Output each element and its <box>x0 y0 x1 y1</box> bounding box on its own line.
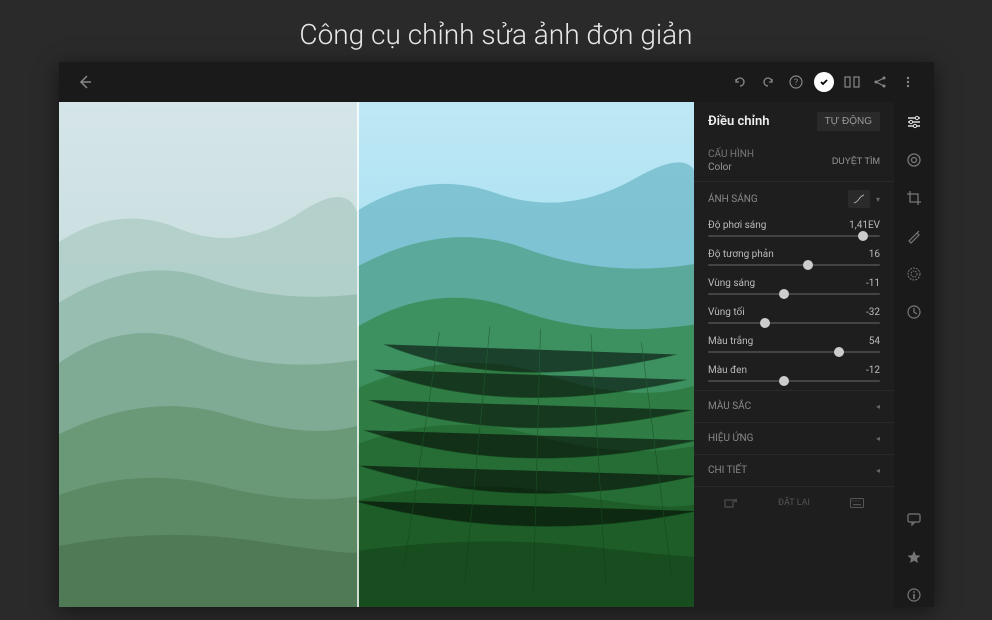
slider-label: Màu trắng <box>708 336 753 347</box>
section-label: CHI TIẾT <box>708 465 747 476</box>
slider-row: Vùng sáng -11 <box>694 274 894 303</box>
crop-tool[interactable] <box>902 186 926 210</box>
slider-value: -12 <box>866 365 880 376</box>
collapsed-sections: MÀU SẮC ◂ HIỆU ỨNG ◂ CHI TIẾT ◂ <box>694 390 894 486</box>
adjust-tool[interactable] <box>902 110 926 134</box>
compare-button[interactable] <box>838 68 866 96</box>
masking-tool[interactable] <box>902 262 926 286</box>
presets-tool[interactable] <box>902 148 926 172</box>
split-compare <box>59 102 694 607</box>
slider-value: 1,41EV <box>849 220 880 231</box>
reset-button[interactable]: ĐẶT LẠI <box>778 498 810 508</box>
slider-track[interactable] <box>708 380 880 382</box>
topbar: ? <box>59 62 934 102</box>
profile-row: CẤU HÌNH Color DUYỆT TÌM <box>694 141 894 181</box>
svg-text:?: ? <box>794 78 798 88</box>
slider-value: 54 <box>869 336 880 347</box>
body-area: Điều chỉnh TỰ ĐỘNG CẤU HÌNH Color DUYỆT … <box>59 102 934 607</box>
hero-title: Công cụ chỉnh sửa ảnh đơn giản <box>0 18 992 51</box>
slider-track[interactable] <box>708 322 880 324</box>
undo-button[interactable] <box>726 68 754 96</box>
panel-header: Điều chỉnh TỰ ĐỘNG <box>694 102 894 141</box>
slider-track[interactable] <box>708 351 880 353</box>
comments-tool[interactable] <box>902 507 926 531</box>
adjust-title: Điều chỉnh <box>708 114 770 129</box>
photo-before <box>59 102 357 607</box>
tone-curve-button[interactable] <box>848 190 870 208</box>
app-frame: ? <box>59 62 934 607</box>
slider-thumb[interactable] <box>779 289 789 299</box>
section-label: MÀU SẮC <box>708 401 751 412</box>
slider-row: Vùng tối -32 <box>694 303 894 332</box>
chevron-left-icon: ◂ <box>876 402 880 411</box>
chevron-left-icon: ◂ <box>876 434 880 443</box>
profile-label: CẤU HÌNH <box>708 149 754 160</box>
light-section-header[interactable]: ÁNH SÁNG ▾ <box>694 181 894 216</box>
help-button[interactable]: ? <box>782 68 810 96</box>
photo-preview[interactable] <box>59 102 694 607</box>
info-tool[interactable] <box>902 583 926 607</box>
light-sliders: Độ phơi sáng 1,41EV Độ tương phản 16 Vùn… <box>694 216 894 390</box>
slider-label: Màu đen <box>708 365 747 376</box>
photo-after <box>357 102 694 607</box>
collapsed-section[interactable]: MÀU SẮC ◂ <box>694 390 894 422</box>
keyboard-button[interactable] <box>850 498 864 508</box>
slider-track[interactable] <box>708 293 880 295</box>
slider-track[interactable] <box>708 235 880 237</box>
slider-thumb[interactable] <box>834 347 844 357</box>
back-button[interactable] <box>71 68 99 96</box>
right-toolbar <box>894 102 934 607</box>
slider-track[interactable] <box>708 264 880 266</box>
share-button[interactable] <box>866 68 894 96</box>
more-button[interactable] <box>894 68 922 96</box>
slider-row: Màu trắng 54 <box>694 332 894 361</box>
slider-thumb[interactable] <box>760 318 770 328</box>
confirm-button[interactable] <box>810 68 838 96</box>
chevron-down-icon: ▾ <box>876 195 880 204</box>
slider-row: Độ phơi sáng 1,41EV <box>694 216 894 245</box>
slider-row: Màu đen -12 <box>694 361 894 390</box>
slider-thumb[interactable] <box>803 260 813 270</box>
rate-tool[interactable] <box>902 545 926 569</box>
auto-button[interactable]: TỰ ĐỘNG <box>817 112 880 131</box>
profile-browse-button[interactable]: DUYỆT TÌM <box>832 156 880 166</box>
collapsed-section[interactable]: HIỆU ỨNG ◂ <box>694 422 894 454</box>
previous-button[interactable] <box>724 497 738 509</box>
slider-label: Độ phơi sáng <box>708 220 766 231</box>
redo-button[interactable] <box>754 68 782 96</box>
slider-value: -11 <box>866 278 880 289</box>
slider-label: Độ tương phản <box>708 249 774 260</box>
slider-value: 16 <box>869 249 880 260</box>
slider-label: Vùng tối <box>708 307 745 318</box>
section-label: HIỆU ỨNG <box>708 433 753 444</box>
profile-value: Color <box>708 162 754 173</box>
versions-tool[interactable] <box>902 300 926 324</box>
panel-footer: ĐẶT LẠI <box>694 486 894 518</box>
slider-value: -32 <box>866 307 880 318</box>
adjust-panel: Điều chỉnh TỰ ĐỘNG CẤU HÌNH Color DUYỆT … <box>694 102 894 607</box>
light-label: ÁNH SÁNG <box>708 194 758 205</box>
slider-thumb[interactable] <box>779 376 789 386</box>
slider-row: Độ tương phản 16 <box>694 245 894 274</box>
slider-label: Vùng sáng <box>708 278 755 289</box>
collapsed-section[interactable]: CHI TIẾT ◂ <box>694 454 894 486</box>
slider-thumb[interactable] <box>858 231 868 241</box>
split-divider[interactable] <box>357 102 359 607</box>
healing-tool[interactable] <box>902 224 926 248</box>
chevron-left-icon: ◂ <box>876 466 880 475</box>
checkmark-icon <box>814 72 834 92</box>
